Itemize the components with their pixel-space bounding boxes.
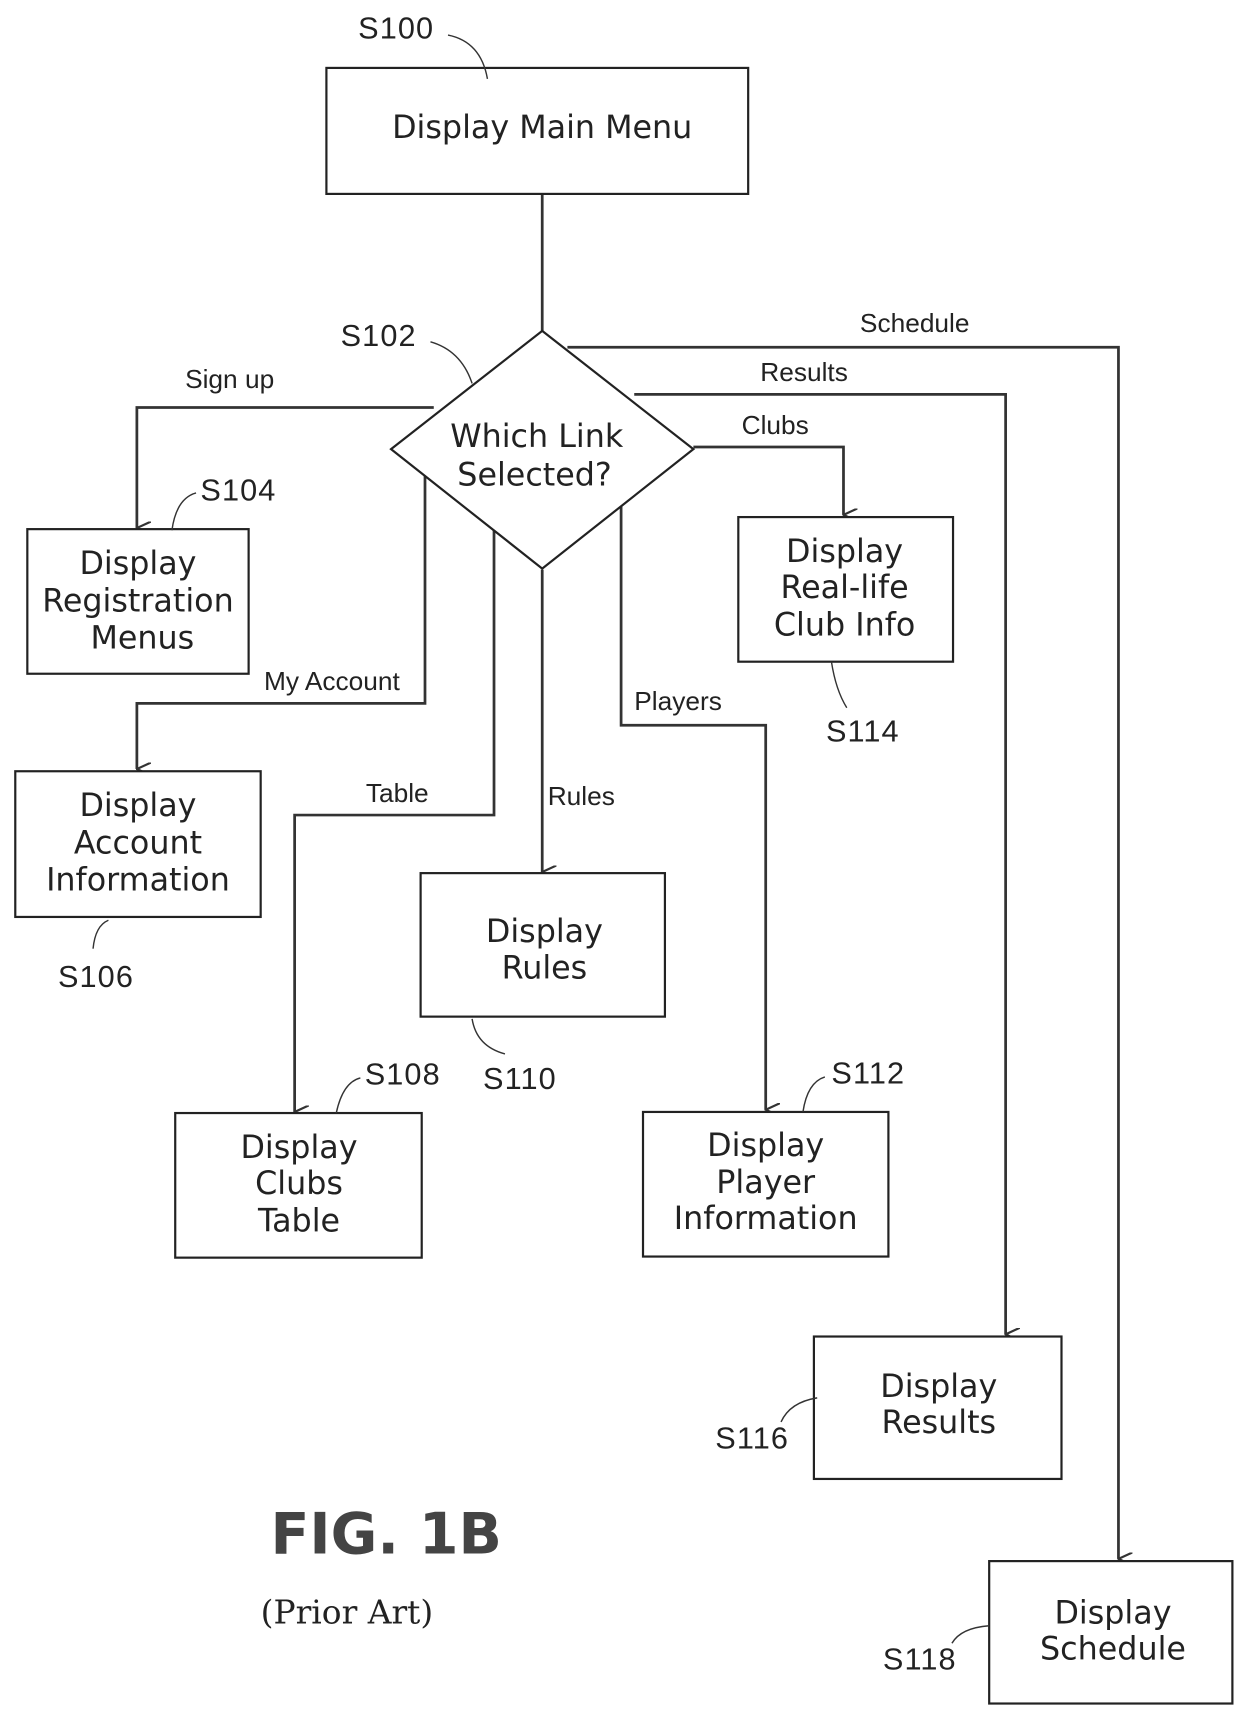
node-s102-line1: Which Link [450,419,624,455]
flowchart: Sign up My Account Table Rules Players C… [14,11,1234,1705]
node-s106-line2: Account [74,825,202,861]
node-s118: Display Schedule S118 [883,1560,1234,1705]
node-s102: Which Link Selected? S102 [341,319,696,570]
ref-s102: S102 [341,319,417,353]
edge-table [293,528,496,1112]
edge-label-signup: Sign up [185,364,274,394]
leader-s104 [171,492,197,531]
node-s118-line1: Display [1054,1596,1171,1632]
node-s116-line2: Results [881,1405,996,1441]
edge-label-clubs: Clubs [742,410,809,440]
edge-signup [135,406,434,529]
figure-subtitle: (Prior Art) [261,1593,434,1632]
leader-s118 [951,1625,990,1644]
node-s114-line3: Club Info [774,607,915,643]
ref-s114: S114 [826,715,900,749]
ref-s104: S104 [200,474,276,508]
node-s114: Display Real-life Club Info S114 [737,515,955,749]
node-s108-line3: Table [257,1203,340,1239]
node-s108-line2: Clubs [255,1166,343,1202]
node-s104-line2: Registration [42,583,233,619]
node-s108-line1: Display [240,1130,357,1166]
node-s106: Display Account Information S106 [14,770,262,994]
leader-s112 [802,1076,826,1113]
leader-s114 [830,661,848,709]
figure-title: FIG. 1B [271,1501,502,1567]
node-s112: Display Player Information S112 [641,1056,905,1258]
ref-s106: S106 [58,960,134,994]
node-s106-line3: Information [46,863,230,899]
node-s114-line2: Real-life [780,570,908,606]
node-s100: Display Main Menu S100 [325,11,750,196]
node-s110-line1: Display [486,914,603,950]
edge-label-players: Players [634,686,722,716]
ref-s118: S118 [883,1643,957,1677]
node-s102-line2: Selected? [457,457,612,493]
edge-label-results: Results [760,357,848,387]
edge-clubs [693,445,843,515]
node-s116: Display Results S116 [715,1335,1063,1481]
leader-s110 [471,1018,506,1055]
node-s116-line1: Display [880,1369,997,1405]
ref-s112: S112 [831,1056,905,1090]
node-s104-line3: Menus [90,621,194,657]
node-s118-line2: Schedule [1040,1632,1186,1668]
leader-s102 [430,341,473,384]
node-s104: Display Registration Menus S104 [26,474,276,675]
node-s104-line1: Display [79,546,196,582]
edge-label-schedule: Schedule [860,308,970,338]
node-s114-line1: Display [786,534,903,570]
node-s100-text: Display Main Menu [392,110,692,146]
leader-s108 [335,1077,361,1114]
node-s112-line2: Player [716,1165,816,1201]
node-s112-line1: Display [707,1128,824,1164]
node-s108: Display Clubs Table S108 [174,1058,441,1259]
ref-s100: S100 [358,11,434,45]
edge-label-table: Table [366,778,429,808]
ref-s108: S108 [365,1058,441,1092]
edge-label-rules: Rules [548,781,615,811]
node-s106-line1: Display [79,788,196,824]
node-s110: Display Rules S110 [419,872,667,1096]
node-s112-line3: Information [674,1201,858,1237]
ref-s116: S116 [715,1421,789,1455]
leader-s116 [780,1397,818,1423]
ref-s110: S110 [483,1062,557,1096]
node-s110-line2: Rules [502,950,588,986]
leader-s106 [92,919,109,949]
edge-label-myaccount: My Account [264,666,401,696]
